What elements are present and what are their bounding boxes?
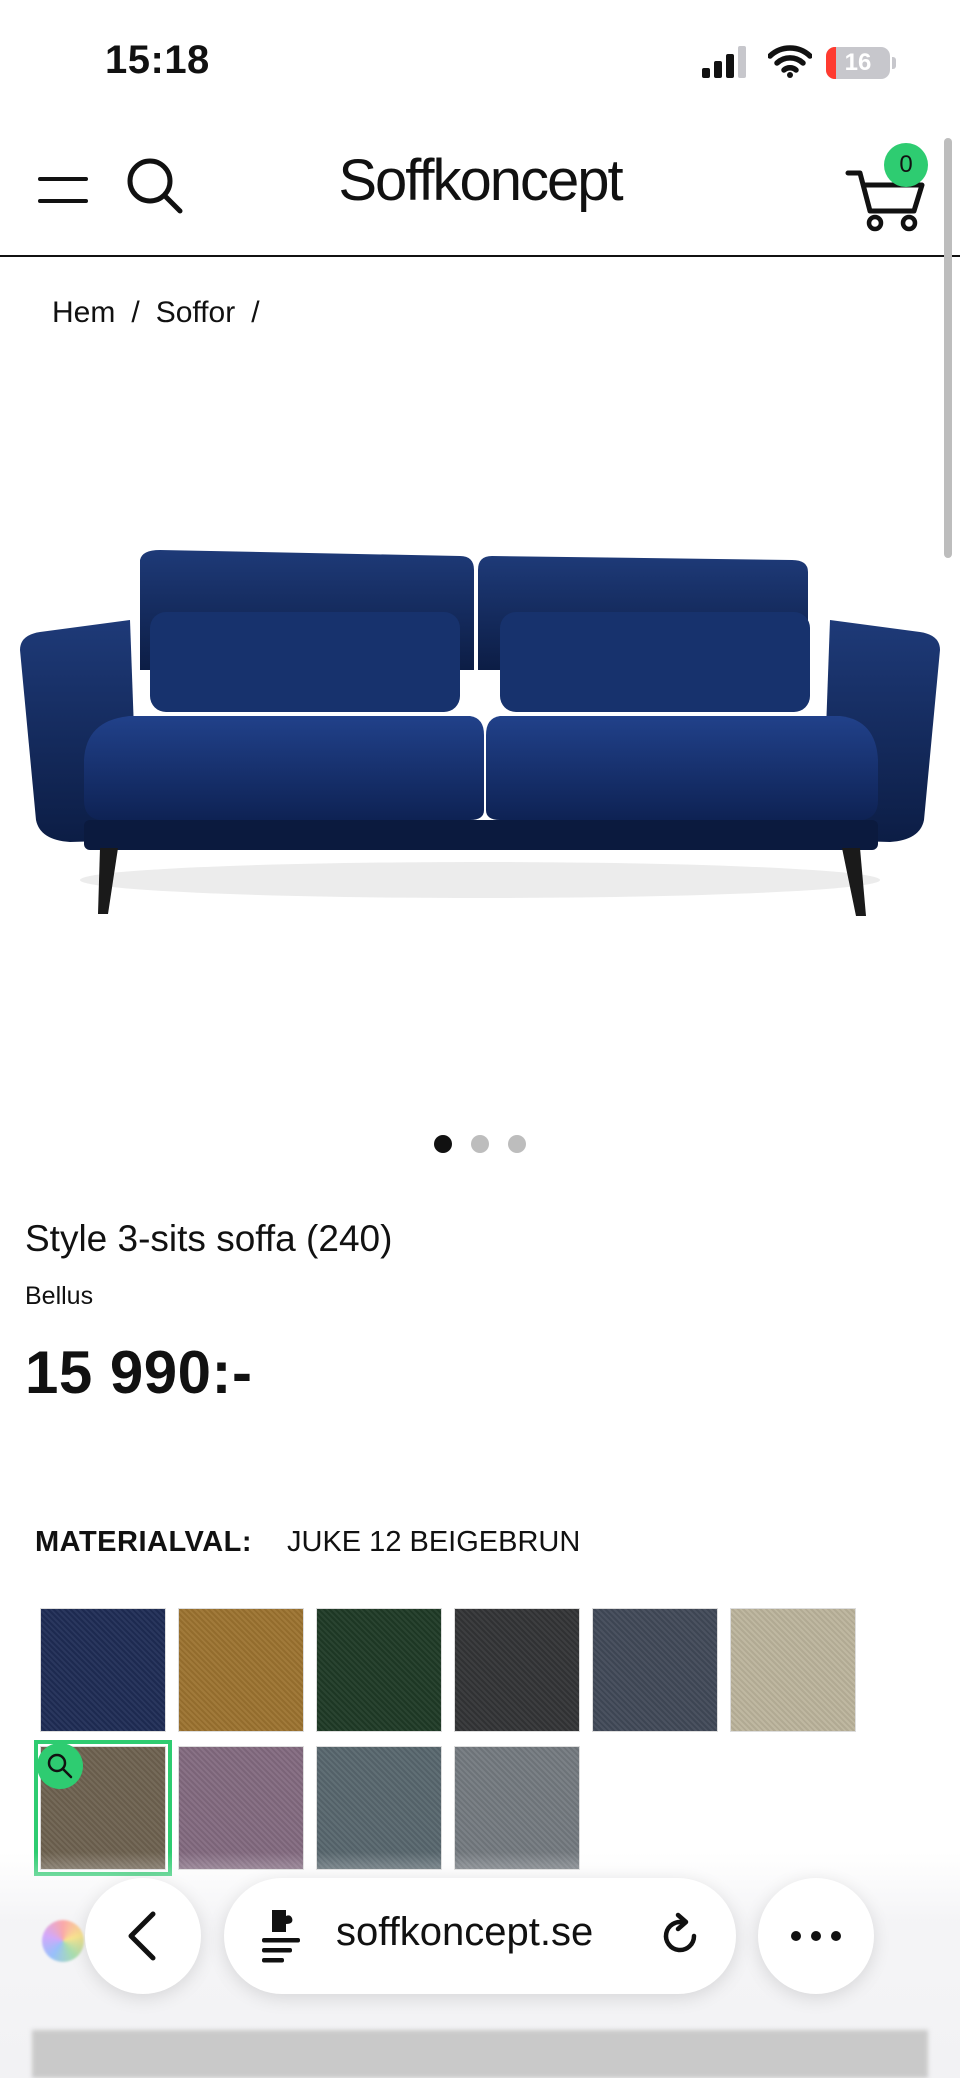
status-bar: 15:18 16: [0, 0, 960, 125]
page-menu-icon[interactable]: [260, 1906, 308, 1966]
breadcrumb-category[interactable]: Soffor: [156, 296, 236, 330]
color-wheel-icon: [42, 1920, 84, 1962]
carousel-dot[interactable]: [471, 1135, 489, 1153]
more-icon: [791, 1931, 841, 1941]
material-label: MATERIALVAL:: [35, 1526, 253, 1558]
address-bar[interactable]: soffkoncept.se: [224, 1878, 736, 1994]
breadcrumb: Hem / Soffor /: [52, 296, 276, 330]
reload-icon[interactable]: [654, 1910, 706, 1962]
material-selected-value: JUKE 12 BEIGEBRUN: [287, 1526, 581, 1558]
status-time: 15:18: [105, 38, 210, 82]
product-price: 15 990:-: [25, 1339, 253, 1406]
zoom-icon[interactable]: [37, 1743, 83, 1789]
product-brand: Bellus: [25, 1282, 94, 1310]
product-title: Style 3-sits soffa (240): [25, 1218, 393, 1259]
scrollbar[interactable]: [944, 138, 952, 558]
cart-count-badge[interactable]: 0: [884, 143, 928, 187]
carousel-dot[interactable]: [434, 1135, 452, 1153]
add-to-cart-button[interactable]: [32, 2030, 928, 2078]
url-text[interactable]: soffkoncept.se: [336, 1910, 593, 1955]
more-button[interactable]: [758, 1878, 874, 1994]
signal-icon: [702, 46, 746, 78]
carousel-dots: [0, 1135, 960, 1153]
material-swatch[interactable]: [592, 1608, 718, 1732]
breadcrumb-separator: /: [251, 296, 260, 329]
breadcrumb-separator: /: [131, 296, 140, 329]
wifi-icon: [768, 45, 812, 78]
product-image[interactable]: [0, 520, 960, 940]
back-button[interactable]: [85, 1878, 201, 1994]
site-header: Soffkoncept: [0, 125, 960, 257]
battery-level: 16: [844, 49, 872, 76]
material-swatch[interactable]: [178, 1608, 304, 1732]
battery-icon: 16: [826, 47, 896, 79]
carousel-dot[interactable]: [508, 1135, 526, 1153]
material-swatch[interactable]: [316, 1608, 442, 1732]
material-swatch[interactable]: [40, 1608, 166, 1732]
back-icon: [128, 1911, 156, 1961]
material-swatch[interactable]: [454, 1608, 580, 1732]
site-logo[interactable]: Soffkoncept: [0, 147, 960, 214]
breadcrumb-home[interactable]: Hem: [52, 296, 115, 330]
material-swatch[interactable]: [730, 1608, 856, 1732]
